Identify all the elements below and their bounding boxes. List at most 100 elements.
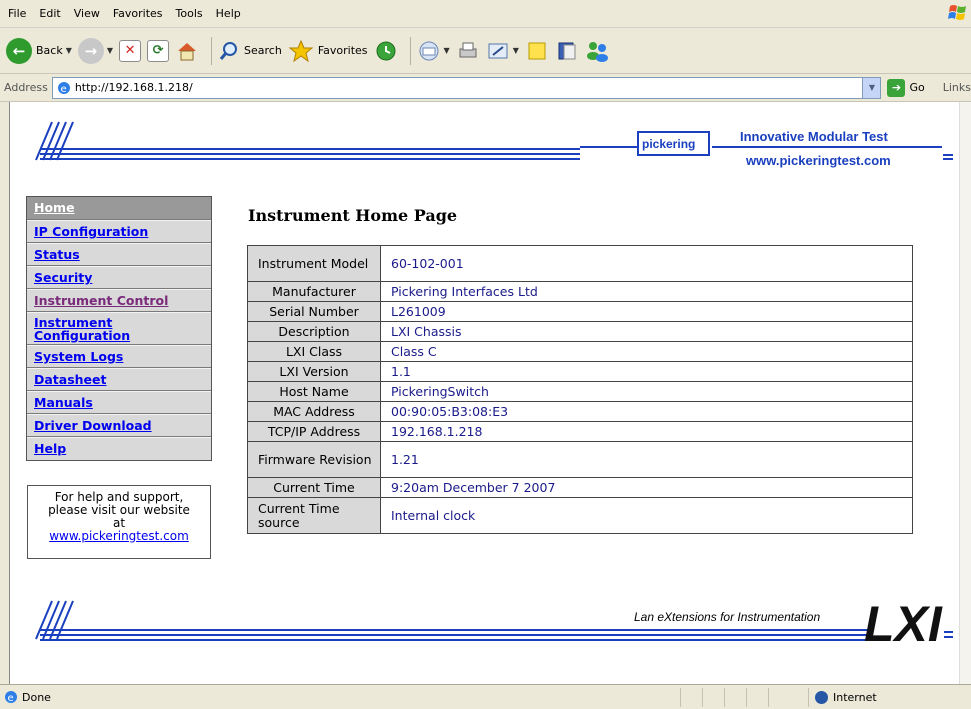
row-label: LXI Version [247, 361, 381, 382]
page-title: Instrument Home Page [248, 206, 458, 225]
toolbar-separator [409, 36, 411, 65]
page-viewport: pickering Innovative Modular Test www.pi… [9, 102, 959, 684]
row-label: Description [247, 321, 381, 342]
nav-item-instrument-configuration[interactable]: Instrument Configuration [27, 312, 211, 345]
header-rule [40, 153, 580, 155]
go-button[interactable]: ➔ Go [887, 78, 925, 97]
table-row: LXI Version 1.1 [247, 361, 913, 382]
address-input[interactable]: e http://192.168.1.218/ ▼ [51, 76, 882, 99]
menu-file[interactable]: File [8, 7, 26, 20]
stop-button[interactable]: ✕ [119, 34, 142, 68]
printer-icon [459, 42, 477, 57]
row-value: LXI Chassis [380, 321, 913, 342]
home-button[interactable] [175, 34, 199, 68]
footer-rule [40, 634, 870, 636]
row-value: 192.168.1.218 [380, 421, 913, 442]
table-row: Manufacturer Pickering Interfaces Ltd [247, 281, 913, 302]
globe-icon [815, 691, 828, 704]
header-rule [580, 146, 638, 148]
row-value: PickeringSwitch [380, 381, 913, 402]
toolbar-separator [211, 36, 213, 65]
header-rule [712, 146, 942, 148]
row-label: Current Time [247, 477, 381, 498]
menu-favorites[interactable]: Favorites [113, 7, 163, 20]
discuss-button[interactable] [525, 34, 549, 68]
status-bar: e Done Internet [0, 684, 971, 709]
row-value: Pickering Interfaces Ltd [380, 281, 913, 302]
history-icon [376, 41, 396, 60]
footer-rule [40, 629, 870, 631]
nav-item-system-logs[interactable]: System Logs [27, 345, 211, 368]
help-support-box: For help and support, please visit our w… [27, 485, 211, 559]
svg-text:e: e [60, 84, 66, 95]
history-button[interactable] [374, 34, 398, 68]
nav-item-manuals[interactable]: Manuals [27, 391, 211, 414]
brand-dash-icon [943, 154, 953, 166]
nav-item-ip-configuration[interactable]: IP Configuration [27, 220, 211, 243]
ie-page-icon: e [57, 81, 70, 95]
mail-icon [419, 41, 439, 60]
favorites-button[interactable]: Favorites [288, 34, 368, 68]
edit-button[interactable]: ▼ [486, 34, 519, 68]
nav-item-driver-download[interactable]: Driver Download [27, 414, 211, 437]
research-button[interactable] [555, 34, 579, 68]
chevron-down-icon[interactable]: ▼ [66, 46, 72, 55]
address-label: Address [4, 81, 48, 94]
table-row: LXI Class Class C [247, 341, 913, 362]
pickering-brand-logo: pickering [637, 131, 710, 156]
brand-name: pickering [642, 137, 696, 151]
go-label: Go [909, 81, 925, 94]
row-label: Current Time source [247, 497, 381, 534]
back-label: Back [36, 44, 63, 57]
menu-tools[interactable]: Tools [176, 7, 203, 20]
refresh-icon: ⟳ [147, 39, 170, 62]
instrument-info-table: Instrument Model 60-102-001 Manufacturer P… [247, 245, 913, 534]
messenger-button[interactable] [585, 34, 611, 68]
chevron-down-icon[interactable]: ▼ [513, 46, 519, 55]
forward-button[interactable]: → ▼ [77, 34, 113, 68]
print-button[interactable] [456, 34, 480, 68]
messenger-icon [586, 41, 608, 62]
table-row: MAC Address 00:90:05:B3:08:E3 [247, 401, 913, 422]
search-button[interactable]: Search [218, 34, 282, 68]
edit-page-icon [488, 43, 508, 58]
vertical-scrollbar[interactable] [959, 102, 971, 684]
nav-item-instrument-control[interactable]: Instrument Control [27, 289, 211, 312]
research-book-icon [558, 42, 576, 59]
forward-arrow-icon: → [77, 37, 104, 64]
security-zone: Internet [808, 688, 958, 707]
refresh-button[interactable]: ⟳ [147, 34, 170, 68]
menu-help[interactable]: Help [216, 7, 241, 20]
nav-item-status[interactable]: Status [27, 243, 211, 266]
nav-item-help[interactable]: Help [27, 437, 211, 460]
row-value: L261009 [380, 301, 913, 322]
go-arrow-icon: ➔ [887, 78, 906, 97]
nav-item-datasheet[interactable]: Datasheet [27, 368, 211, 391]
links-toolbar[interactable]: Links [943, 81, 971, 94]
home-icon [178, 42, 197, 60]
row-label: TCP/IP Address [247, 421, 381, 442]
nav-item-security[interactable]: Security [27, 266, 211, 289]
row-label: Serial Number [247, 301, 381, 322]
status-text: Done [22, 690, 51, 704]
notes-icon [528, 42, 546, 59]
brand-website: www.pickeringtest.com [746, 153, 891, 168]
windows-logo-icon [948, 5, 966, 20]
svg-text:e: e [8, 693, 14, 704]
nav-item-home[interactable]: Home [27, 197, 211, 220]
header-rule [40, 148, 580, 150]
menu-edit[interactable]: Edit [39, 7, 60, 20]
row-value: 9:20am December 7 2007 [380, 477, 913, 498]
menu-view[interactable]: View [74, 7, 100, 20]
chevron-down-icon[interactable]: ▼ [444, 46, 450, 55]
favorites-label: Favorites [317, 44, 368, 57]
chevron-down-icon[interactable]: ▼ [862, 77, 881, 98]
back-button[interactable]: ← Back ▼ [6, 34, 72, 68]
mail-button[interactable]: ▼ [417, 34, 450, 68]
row-label: Instrument Model [247, 245, 381, 282]
row-value: Internal clock [380, 497, 913, 534]
chevron-down-icon[interactable]: ▼ [107, 46, 113, 55]
help-website-link[interactable]: www.pickeringtest.com [49, 529, 189, 543]
sidebar-nav: Home IP Configuration Status Security In… [26, 196, 212, 461]
pickering-slash-logo-icon [35, 121, 74, 161]
